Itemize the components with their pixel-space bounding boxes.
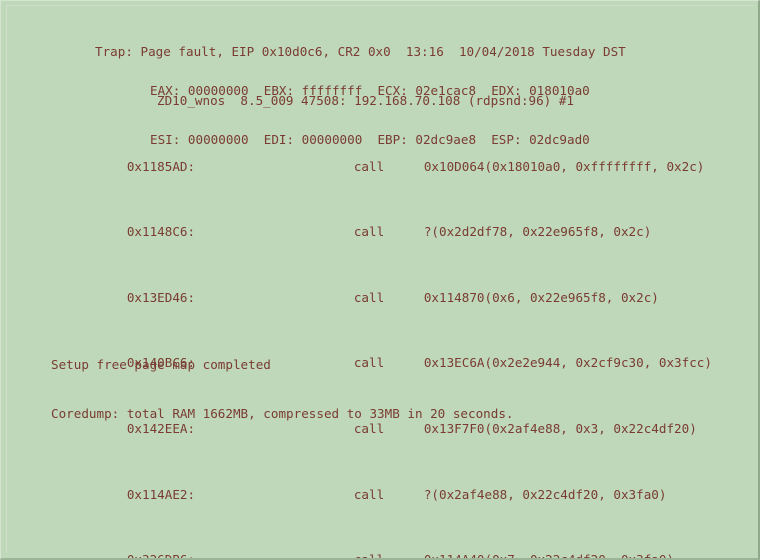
trace-address: 0x1185AD: (126, 158, 196, 174)
trace-target: 0x10D064(0x18010a0, 0xffffffff, 0x2c) (423, 158, 705, 174)
console-text-area: Trap: Page fault, EIP 0x10d0c6, CR2 0x0 … (7, 6, 753, 558)
trace-keyword: call (353, 158, 385, 174)
table-row: 0x13ED46: call 0x114870(0x6, 0x22e965f8, 0… (51, 273, 741, 305)
crash-screen: Trap: Page fault, EIP 0x10d0c6, CR2 0x0 … (0, 0, 760, 560)
table-row: 0x1185AD: call 0x10D064(0x18010a0, 0xfffff… (51, 142, 741, 174)
table-row: 0x114AE2: call ?(0x2af4e88, 0x22c4df20, 0x… (51, 470, 741, 502)
trace-keyword: call (353, 289, 385, 305)
coredump-status-message: Coredump: total RAM 1662MB, compressed t… (51, 406, 514, 422)
trace-keyword: call (353, 486, 385, 502)
table-row: 0x1148C6: call ?(0x2d2df78, 0x22e965f8, 0x… (51, 208, 741, 239)
table-row: 0x326DB6: call 0x114A40(0x7, 0x22c4df20, 0… (51, 536, 741, 558)
trace-target: 0x114A40(0x7, 0x22c4df20, 0x3fa0) (423, 552, 675, 560)
trace-address: 0x326DB6: (126, 552, 196, 560)
trace-keyword: call (353, 552, 385, 560)
trace-target: 0x114870(0x6, 0x22e965f8, 0x2c) (423, 289, 659, 305)
trace-target: ?(0x2d2df78, 0x22e965f8, 0x2c) (423, 224, 652, 240)
trace-target: ?(0x2af4e88, 0x22c4df20, 0x3fa0) (423, 486, 667, 502)
trace-address: 0x1148C6: (126, 224, 196, 240)
status-message-block: Setup free page map completed Coredump: … (51, 324, 741, 455)
trace-keyword: call (353, 224, 385, 240)
trace-address: 0x13ED46: (126, 289, 196, 305)
trace-address: 0x114AE2: (126, 486, 196, 502)
setup-status-message: Setup free page map completed (51, 356, 271, 372)
screen-inner-frame: Trap: Page fault, EIP 0x10d0c6, CR2 0x0 … (6, 5, 753, 558)
